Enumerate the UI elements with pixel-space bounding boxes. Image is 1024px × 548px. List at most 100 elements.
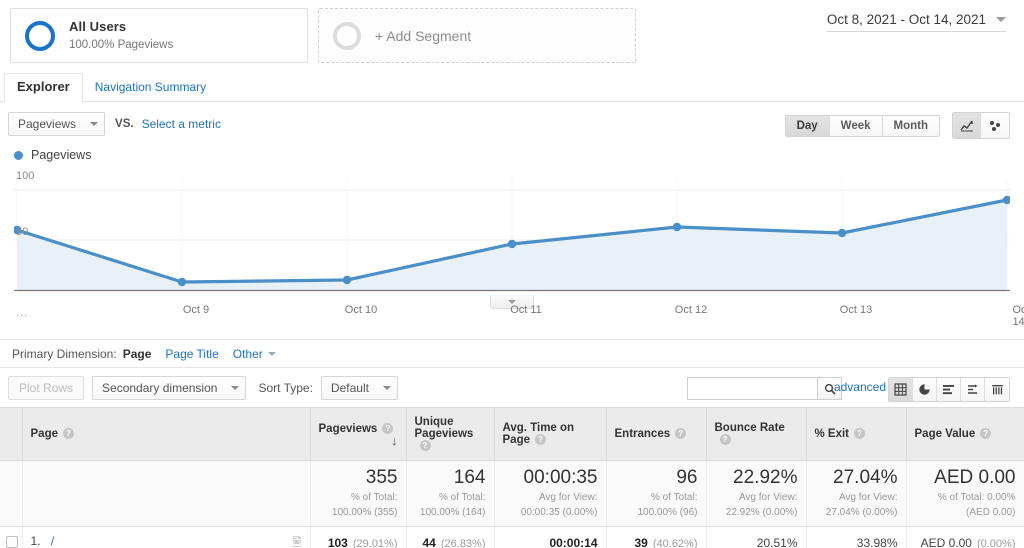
add-segment-button[interactable]: + Add Segment: [318, 8, 636, 63]
chevron-down-icon: [267, 352, 276, 356]
row-pageviews-cell: 103 (29.01%): [310, 526, 407, 548]
granularity-day-button[interactable]: Day: [785, 115, 830, 136]
primary-dimension-row: Primary Dimension: Page Page Title Other: [10, 340, 1014, 367]
open-in-new-icon[interactable]: 🖹: [293, 534, 302, 548]
chart-controls: Day Week Month: [784, 112, 1010, 139]
summary-sub2: 27.04% (0.00%): [825, 507, 898, 519]
column-label: Unique Pageviews: [414, 416, 474, 440]
bar-view-icon[interactable]: [937, 378, 961, 401]
summary-value: 96: [676, 467, 698, 488]
pivot-view-icon[interactable]: [985, 378, 1009, 401]
sort-type-value: Default: [330, 380, 369, 395]
report-tabs: Explorer Navigation Summary: [0, 72, 1024, 102]
chevron-down-icon: [382, 385, 391, 390]
row-checkbox-cell[interactable]: [0, 526, 23, 548]
column-header-page[interactable]: Page?: [22, 407, 311, 461]
x-axis: ... Oct 9 Oct 10 Oct 11 Oct 12 Oct 13 Oct 14: [14, 301, 1024, 328]
line-chart-icon[interactable]: [953, 113, 981, 138]
avg-time-value: 00:00:14: [549, 536, 598, 548]
comparison-view-icon[interactable]: [961, 378, 985, 401]
search-input[interactable]: [687, 377, 817, 400]
unique-pageviews-pct: (26.83%): [440, 538, 486, 548]
legend-dot-icon: [14, 150, 23, 160]
help-icon[interactable]: ?: [419, 440, 431, 451]
primary-dimension-page-title[interactable]: Page Title: [165, 347, 218, 361]
x-axis-tick-4: Oct 12: [674, 304, 708, 316]
summary-page-value: AED 0.00 % of Total: 0.00% (AED 0.00): [906, 460, 1024, 527]
table-row[interactable]: 1. / 🖹 103 (29.01%) 44 (26.83%) 00:00:14 3…: [0, 526, 1024, 548]
granularity-week-button[interactable]: Week: [829, 115, 883, 136]
primary-dimension-page[interactable]: Page: [123, 347, 152, 361]
advanced-link[interactable]: advanced: [834, 380, 886, 394]
segment-all-users[interactable]: All Users 100.00% Pageviews: [10, 8, 308, 63]
date-range-picker[interactable]: Oct 8, 2021 - Oct 14, 2021: [826, 12, 1006, 32]
vs-label: VS.: [115, 118, 134, 130]
select-a-metric-link[interactable]: Select a metric: [142, 117, 221, 131]
segment-ring-icon: [25, 20, 55, 51]
chevron-down-icon: [996, 17, 1006, 22]
x-axis-ellipsis: ...: [16, 307, 29, 319]
sort-type-select[interactable]: Default: [320, 375, 398, 400]
column-header-bounce-rate[interactable]: Bounce Rate?: [706, 407, 807, 461]
help-icon[interactable]: ?: [719, 434, 731, 445]
select-all-header: [0, 407, 23, 461]
metric-select-value: Pageviews: [18, 117, 77, 131]
summary-value: 27.04%: [833, 467, 898, 488]
plot-rows-button[interactable]: Plot Rows: [8, 375, 85, 400]
pageviews-value: 103: [327, 536, 348, 548]
x-axis-tick-3: Oct 11: [510, 304, 542, 316]
legend-label-pageviews: Pageviews: [31, 148, 92, 162]
summary-sub1: Avg for View:: [538, 491, 598, 503]
summary-sub1: % of Total: 0.00%: [937, 491, 1016, 503]
help-icon[interactable]: ?: [980, 428, 992, 439]
x-axis-tick-6: Oct 14: [1012, 304, 1024, 328]
row-checkbox[interactable]: [6, 535, 18, 548]
pie-view-icon[interactable]: [913, 378, 937, 401]
table-header-row: Page? Pageviews? ↓ Unique Pageviews? Avg.…: [0, 407, 1024, 461]
column-label: Bounce Rate: [714, 422, 785, 434]
sort-desc-icon[interactable]: ↓: [391, 434, 398, 447]
page-value: AED 0.00: [920, 536, 972, 548]
help-icon[interactable]: ?: [854, 428, 866, 439]
segment-subtitle: 100.00% Pageviews: [69, 38, 174, 51]
summary-value: AED 0.00: [934, 467, 1016, 488]
table-view-icon[interactable]: [889, 378, 913, 401]
date-range-value: Oct 8, 2021 - Oct 14, 2021: [826, 12, 986, 27]
column-header-pageviews[interactable]: Pageviews? ↓: [310, 407, 407, 461]
help-icon[interactable]: ?: [675, 428, 687, 439]
secondary-dimension-select[interactable]: Secondary dimension: [92, 375, 247, 400]
help-icon[interactable]: ?: [382, 422, 394, 434]
pageviews-pct: (29.01%): [352, 538, 398, 548]
chart-svg: [14, 178, 1010, 292]
table-search: [687, 377, 842, 400]
help-icon[interactable]: ?: [535, 434, 546, 445]
column-header-exit-pct[interactable]: % Exit?: [806, 407, 907, 461]
add-segment-label: + Add Segment: [375, 27, 472, 44]
chart-type-group: [952, 112, 1010, 139]
chart-legend: Pageviews: [14, 144, 1010, 164]
column-header-entrances[interactable]: Entrances?: [606, 407, 707, 461]
column-header-page-value[interactable]: Page Value?: [906, 407, 1024, 461]
table-summary-row: 355 % of Total: 100.00% (355) 164 % of T…: [0, 460, 1024, 527]
summary-label-cell: [22, 460, 311, 527]
row-unique-pageviews-cell: 44 (26.83%): [406, 526, 495, 548]
exit-pct-value: 33.98%: [856, 536, 898, 548]
tab-navigation-summary[interactable]: Navigation Summary: [83, 75, 218, 101]
bounce-rate-value: 20.51%: [756, 536, 798, 548]
row-number: 1.: [30, 533, 41, 548]
column-header-avg-time-on-page[interactable]: Avg. Time on Page?: [494, 407, 607, 461]
help-icon[interactable]: ?: [63, 428, 74, 439]
primary-dimension-label: Primary Dimension:: [12, 347, 117, 361]
granularity-month-button[interactable]: Month: [882, 115, 939, 136]
primary-dimension-other[interactable]: Other: [233, 347, 276, 361]
summary-avg-time: 00:00:35 Avg for View: 00:00:35 (0.00%): [494, 460, 607, 527]
column-header-unique-pageviews[interactable]: Unique Pageviews?: [406, 407, 495, 461]
scatter-chart-icon[interactable]: [981, 113, 1009, 138]
summary-bounce-rate: 22.92% Avg for View: 22.92% (0.00%): [706, 460, 807, 527]
summary-unique-pageviews: 164 % of Total: 100.00% (164): [406, 460, 495, 527]
row-avg-time-cell: 00:00:14: [494, 526, 607, 548]
metric-select[interactable]: Pageviews: [8, 112, 106, 136]
tab-explorer[interactable]: Explorer: [4, 73, 83, 102]
page-value-pct: (0.00%): [976, 538, 1016, 548]
page-link[interactable]: /: [51, 534, 54, 548]
